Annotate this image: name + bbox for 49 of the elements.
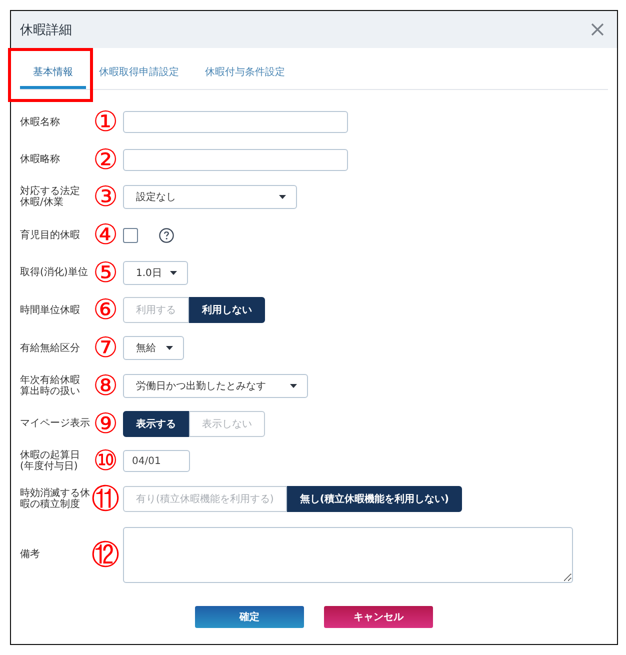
annotation-number: ⑤ xyxy=(92,258,118,287)
field-label: 有給無給区分 xyxy=(20,342,80,354)
cancel-button[interactable]: キャンセル xyxy=(324,606,433,628)
annotation-number: ⑪ xyxy=(92,484,120,513)
annotation-number: ④ xyxy=(92,221,118,250)
field-label: 育児目的休暇 xyxy=(20,230,80,241)
field-label: 時効消滅する休暇の積立制度 xyxy=(20,488,91,510)
remarks-field[interactable] xyxy=(123,526,573,583)
toggle-option[interactable]: 表示する xyxy=(123,410,189,436)
close-icon xyxy=(591,23,604,36)
annotation-number: ⑦ xyxy=(92,334,118,362)
dialog-title: 休暇詳細 xyxy=(20,22,72,38)
annotation-number: ⑧ xyxy=(92,372,118,400)
caret-icon xyxy=(166,346,173,350)
tab[interactable]: 休暇取得申請設定 xyxy=(86,58,192,89)
toggle-option[interactable]: 利用しない xyxy=(189,297,265,324)
field-label: 備考 xyxy=(20,549,40,560)
toggle-option[interactable]: 無し(積立休暇機能を利用しない) xyxy=(286,486,462,512)
field-label: 休暇名称 xyxy=(20,116,60,128)
field-label: マイページ表示 xyxy=(20,418,90,429)
field-label: 休暇の起算日(年度付与日) xyxy=(20,450,81,472)
annotation-number: ⑥ xyxy=(92,296,118,324)
close-button[interactable] xyxy=(591,23,604,36)
field-label: 対応する法定休暇/休業 xyxy=(20,186,81,208)
tab[interactable]: 休暇付与条件設定 xyxy=(192,58,298,89)
annotation-number: ② xyxy=(92,146,118,174)
checkbox[interactable] xyxy=(123,228,138,243)
text-field[interactable]: 04/01 xyxy=(123,450,190,472)
annotation-number: ⑩ xyxy=(92,447,118,476)
annotation-number: ⑨ xyxy=(92,410,118,438)
tab[interactable]: 基本情報 xyxy=(20,58,86,89)
dropdown[interactable]: 1.0日 xyxy=(123,260,188,285)
annotation-number: ⑫ xyxy=(92,540,120,569)
caret-icon xyxy=(290,384,297,388)
annotation-number: ③ xyxy=(92,183,118,212)
annotation-number: ① xyxy=(92,108,118,136)
field-label: 時間単位休暇 xyxy=(20,304,80,316)
confirm-button[interactable]: 確定 xyxy=(195,606,304,628)
field-label: 年次有給休暇算出時の扱い xyxy=(20,374,81,397)
caret-icon xyxy=(279,195,286,200)
text-field[interactable] xyxy=(123,111,348,133)
dropdown[interactable]: 設定なし xyxy=(123,185,297,210)
field-label: 取得(消化)単位 xyxy=(20,267,88,278)
dropdown[interactable]: 無給 xyxy=(123,336,184,360)
text-field[interactable] xyxy=(123,148,348,171)
caret-icon xyxy=(170,270,177,275)
field-label: 休暇略称 xyxy=(20,154,60,166)
help-icon[interactable] xyxy=(159,228,174,243)
dropdown[interactable]: 労働日かつ出勤したとみなす xyxy=(123,374,308,398)
